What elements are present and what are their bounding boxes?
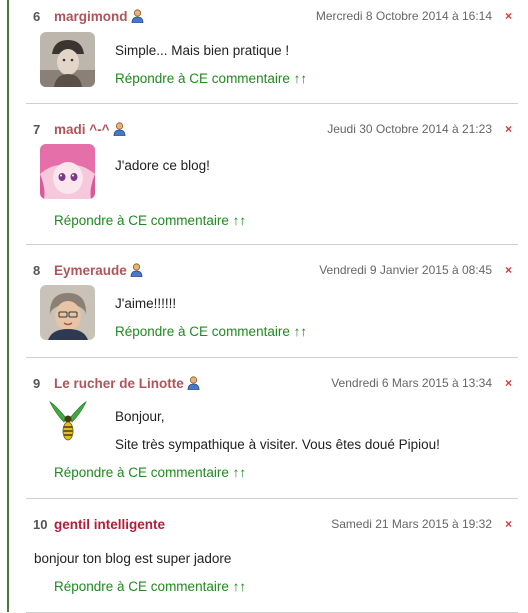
comment-date: Mercredi 8 Octobre 2014 à 16:14 xyxy=(315,9,492,23)
comment-text: Site très sympathique à visiter. Vous êt… xyxy=(115,437,440,452)
reply-link[interactable]: Répondre à CE commentaire ↑↑ xyxy=(54,465,246,480)
user-icon xyxy=(113,122,125,136)
delete-comment-button[interactable]: × xyxy=(505,376,512,390)
comment-text: J'adore ce blog! xyxy=(115,158,210,173)
comment-date: Vendredi 9 Janvier 2015 à 08:45 xyxy=(319,263,492,277)
comment-date: Jeudi 30 Octobre 2014 à 21:23 xyxy=(327,122,492,136)
comment: 7 madi ^-^ Jeudi 30 Octobre 2014 à 21:23… xyxy=(26,104,518,245)
comment-text: bonjour ton blog est super jadore xyxy=(34,551,232,566)
comment-number: 7 xyxy=(33,122,41,137)
comment-number: 9 xyxy=(33,376,41,391)
author-name[interactable]: Eymeraude xyxy=(54,263,127,278)
author-name[interactable]: margimond xyxy=(54,9,128,24)
comment-number: 6 xyxy=(33,9,41,24)
reply-link[interactable]: Répondre à CE commentaire ↑↑ xyxy=(115,71,307,86)
comment-text: Simple... Mais bien pratique ! xyxy=(115,43,290,58)
comment-author[interactable]: Le rucher de Linotte xyxy=(54,376,200,391)
comment-author[interactable]: Eymeraude xyxy=(54,263,143,278)
comment-date: Samedi 21 Mars 2015 à 19:32 xyxy=(331,517,492,531)
avatar xyxy=(40,32,95,87)
comment-number: 8 xyxy=(33,263,41,278)
comment-date: Vendredi 6 Mars 2015 à 13:34 xyxy=(331,376,492,390)
user-icon xyxy=(130,263,143,277)
avatar xyxy=(40,144,95,199)
comment-number: 10 xyxy=(33,517,48,532)
delete-comment-button[interactable]: × xyxy=(505,9,512,23)
delete-comment-button[interactable]: × xyxy=(505,263,512,277)
reply-link[interactable]: Répondre à CE commentaire ↑↑ xyxy=(54,213,246,228)
author-name[interactable]: gentil intelligente xyxy=(54,517,165,532)
comment-text: Bonjour, xyxy=(115,409,165,424)
delete-comment-button[interactable]: × xyxy=(505,517,512,531)
author-name[interactable]: Le rucher de Linotte xyxy=(54,376,184,391)
comment-author[interactable]: madi ^-^ xyxy=(54,122,126,137)
author-name[interactable]: madi ^-^ xyxy=(54,122,110,137)
reply-link[interactable]: Répondre à CE commentaire ↑↑ xyxy=(115,324,307,339)
avatar xyxy=(40,285,95,340)
comment: 6 margimond Mercredi 8 Octobre 2014 à 16… xyxy=(26,0,518,104)
reply-link[interactable]: Répondre à CE commentaire ↑↑ xyxy=(54,579,246,594)
comment: 8 Eymeraude Vendredi 9 Janvier 2015 à 08… xyxy=(26,245,518,358)
comment-text: J'aime!!!!!! xyxy=(115,296,177,311)
comment-author[interactable]: gentil intelligente xyxy=(54,517,165,532)
avatar xyxy=(40,398,95,453)
comment-list: 6 margimond Mercredi 8 Octobre 2014 à 16… xyxy=(26,0,518,613)
user-icon xyxy=(187,376,200,390)
delete-comment-button[interactable]: × xyxy=(505,122,512,136)
comment: 10 gentil intelligente Samedi 21 Mars 20… xyxy=(26,499,518,613)
user-icon xyxy=(131,9,143,23)
comment-author[interactable]: margimond xyxy=(54,9,144,24)
comment: 9 Le rucher de Linotte Vendredi 6 Mars 2… xyxy=(26,358,518,499)
comments-rail xyxy=(7,0,9,612)
